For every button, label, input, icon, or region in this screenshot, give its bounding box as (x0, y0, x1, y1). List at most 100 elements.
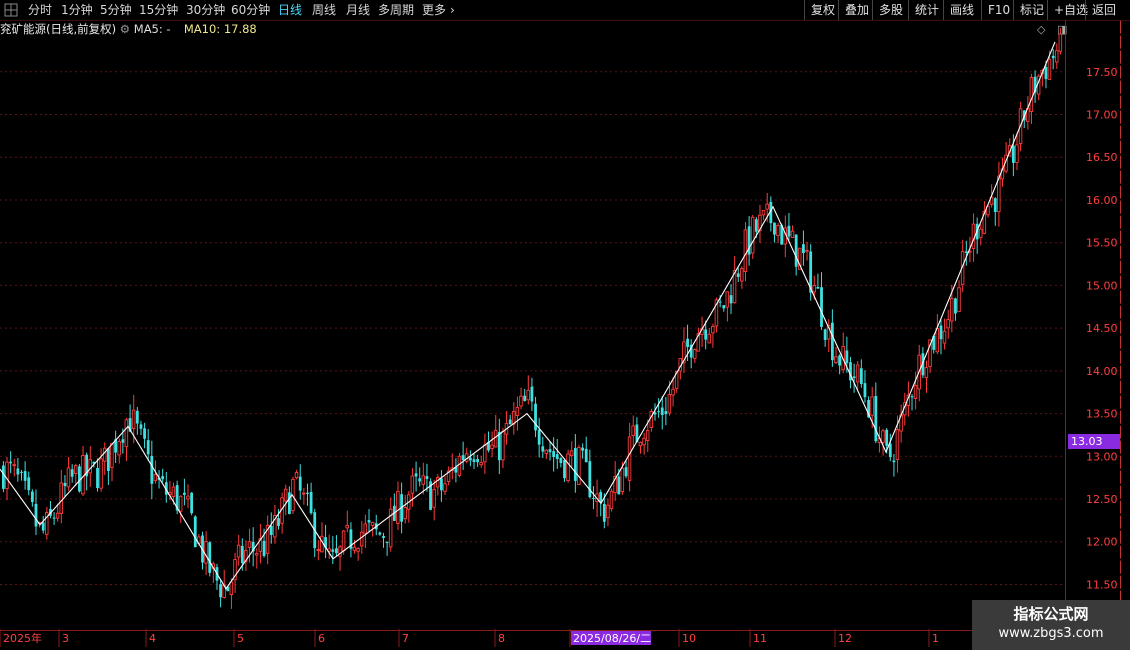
candle (273, 504, 277, 544)
side-strip-mark: ▏ (1120, 96, 1129, 109)
candle (435, 474, 440, 496)
side-strip-mark: ▏ (1120, 216, 1129, 229)
candle (523, 388, 527, 402)
candle (997, 161, 1001, 227)
y-tick-label: 13.50 (1086, 408, 1118, 421)
y-tick-label: 11.50 (1086, 578, 1118, 591)
side-strip-mark: ▏ (1120, 396, 1129, 409)
x-axis-label: 11 (753, 632, 767, 645)
candle (406, 490, 411, 523)
candle (378, 531, 382, 536)
candle (27, 471, 31, 496)
side-strip-mark: ▏ (1120, 516, 1129, 529)
candle (41, 515, 45, 534)
side-strip-mark: ▏ (1120, 246, 1129, 259)
candle (627, 422, 632, 492)
candle (283, 484, 288, 516)
candle (736, 267, 740, 283)
candle (211, 561, 216, 584)
candle (682, 327, 686, 373)
candle (244, 540, 248, 571)
y-tick-label: 13.00 (1086, 450, 1118, 463)
side-strip-mark: ▏ (1120, 486, 1129, 499)
y-tick-label: 17.00 (1086, 109, 1118, 122)
candles (2, 28, 1063, 609)
side-strip-mark: ▏ (1120, 276, 1129, 289)
candle (161, 468, 165, 483)
candle (139, 420, 143, 436)
candle (294, 469, 299, 480)
candle (124, 418, 129, 461)
candle (479, 455, 483, 468)
candle (541, 436, 545, 459)
candle (790, 225, 795, 238)
candle (501, 427, 505, 469)
candle (349, 522, 353, 558)
candle (657, 398, 661, 418)
side-strip-mark: ▏ (1120, 261, 1129, 274)
candle (826, 319, 831, 353)
side-strip-mark: ▏ (1120, 546, 1129, 559)
candle (649, 408, 654, 432)
candle (186, 484, 190, 509)
candle (49, 500, 52, 519)
y-tick-label: 12.00 (1086, 536, 1118, 549)
zigzag-indicator (0, 41, 1056, 590)
candle (638, 441, 643, 454)
candle (942, 318, 947, 350)
y-tick-label: 17.50 (1086, 66, 1118, 79)
side-strip-mark: ▏ (1120, 411, 1129, 424)
candle (233, 552, 237, 593)
candle (331, 536, 335, 564)
x-axis-label: 3 (62, 632, 69, 645)
candle (236, 535, 241, 566)
candle (258, 523, 263, 564)
candle (993, 197, 997, 226)
side-strip-mark: ▏ (1120, 561, 1129, 574)
side-strip-mark: ▏ (1120, 291, 1129, 304)
candle (935, 313, 940, 355)
candle (892, 453, 896, 477)
candle (1051, 48, 1055, 70)
candle (414, 461, 418, 492)
side-strip-mark: ▏ (1120, 381, 1129, 394)
candle (758, 204, 762, 243)
candle (584, 436, 588, 463)
candle (96, 458, 99, 492)
candle (534, 396, 537, 438)
candle (392, 493, 396, 522)
x-axis-label: 12 (838, 632, 852, 645)
candle (566, 449, 570, 483)
candle (73, 463, 78, 487)
candle (193, 515, 197, 548)
candle (70, 464, 74, 483)
candle (696, 327, 701, 352)
candle (446, 466, 451, 486)
candle (44, 506, 49, 540)
candle (954, 297, 957, 321)
candle (464, 447, 469, 464)
candle (707, 328, 711, 344)
candle (530, 377, 534, 412)
candle (924, 360, 929, 393)
side-strip-mark: ▏ (1120, 321, 1129, 334)
candle (761, 210, 766, 221)
candle (208, 541, 212, 577)
candle (511, 402, 516, 435)
candle (548, 441, 552, 461)
candle (320, 522, 324, 553)
candle (468, 450, 472, 467)
side-strip-mark: ▏ (1120, 21, 1129, 34)
candle (773, 222, 776, 243)
side-strip-mark: ▏ (1120, 426, 1129, 439)
candle (23, 461, 27, 490)
candle (110, 442, 114, 482)
candle (747, 215, 751, 266)
candle (834, 347, 838, 364)
candle (750, 215, 755, 259)
y-tick-label: 14.00 (1086, 365, 1118, 378)
right-info-strip: ▏▏▏▏▏▏▏▏▏▏▏▏▏▏▏▏▏▏▏▏▏▏▏▏▏▏▏▏▏▏▏▏▏▏▏▏▏▏▏▏ (1120, 20, 1130, 630)
candle (313, 508, 317, 558)
candle (537, 417, 541, 458)
candle (280, 492, 284, 534)
